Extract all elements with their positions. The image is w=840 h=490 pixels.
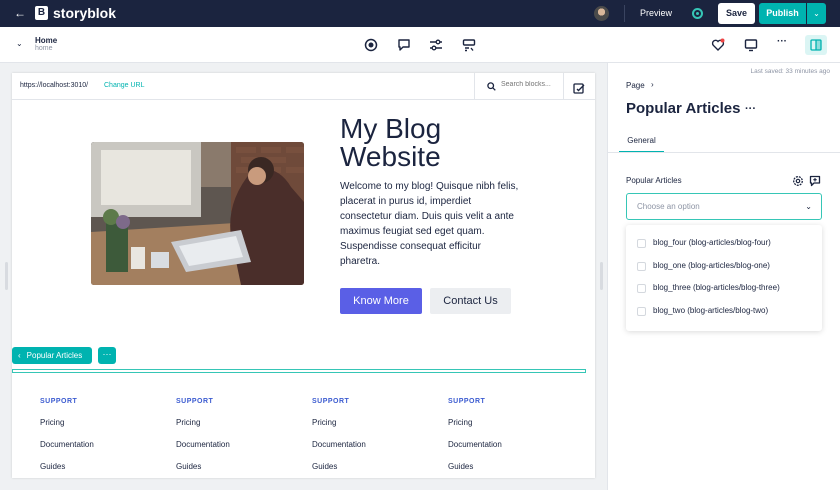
- footer-link[interactable]: Pricing: [448, 418, 568, 427]
- footer-link[interactable]: Guides: [448, 462, 568, 471]
- hero-title: My Blog Website: [340, 113, 442, 172]
- storyblok-logo-icon: B: [35, 6, 48, 20]
- change-url-link[interactable]: Change URL: [104, 82, 144, 89]
- option-label: blog_two (blog-articles/blog-two): [653, 306, 769, 315]
- story-title: Home: [35, 36, 58, 45]
- footer-column: SUPPORT Pricing Documentation Guides: [40, 398, 160, 471]
- breadcrumb-chevron-icon: ›: [651, 80, 654, 89]
- live-preview-icon[interactable]: [692, 8, 703, 19]
- selected-block-name: Popular Articles: [26, 351, 83, 360]
- story-menu-chevron-icon[interactable]: ⌄: [16, 39, 23, 48]
- option-label: blog_one (blog-articles/blog-one): [653, 261, 770, 270]
- desktop-view-icon[interactable]: [744, 38, 758, 52]
- settings-sliders-icon[interactable]: [429, 38, 443, 52]
- know-more-button[interactable]: Know More: [340, 288, 422, 314]
- comments-icon[interactable]: [397, 38, 411, 52]
- option-label: blog_three (blog-articles/blog-three): [653, 283, 780, 292]
- hero-image: [91, 142, 304, 285]
- preview-url: https://localhost:3010/: [20, 82, 89, 89]
- option-checkbox[interactable]: [637, 239, 646, 248]
- more-options-icon[interactable]: ···: [777, 36, 791, 50]
- block-settings-panel: Last saved: 33 minutes ago Page › Popula…: [607, 63, 840, 490]
- tab-divider: [608, 152, 840, 153]
- select-placeholder: Choose an option: [637, 202, 700, 211]
- footer-link[interactable]: Documentation: [448, 440, 568, 449]
- field-label: Popular Articles: [626, 176, 682, 185]
- search-blocks-box: [474, 73, 564, 100]
- footer-link[interactable]: Pricing: [176, 418, 296, 427]
- resize-handle-right[interactable]: [600, 262, 603, 290]
- url-bar: https://localhost:3010/ Change URL: [12, 73, 595, 100]
- publish-options-chevron-icon[interactable]: ⌄: [807, 3, 826, 24]
- selected-block-outline[interactable]: [12, 369, 586, 373]
- selected-block-label[interactable]: ‹ Popular Articles: [12, 347, 93, 364]
- panel-title: Popular Articles: [626, 100, 741, 117]
- contact-us-button[interactable]: Contact Us: [430, 288, 511, 314]
- app-name: storyblok: [53, 5, 117, 21]
- breadcrumb-page[interactable]: Page: [626, 81, 645, 90]
- back-chevron-icon[interactable]: ‹: [18, 351, 21, 360]
- last-saved-status: Last saved: 33 minutes ago: [750, 68, 831, 75]
- save-button[interactable]: Save: [718, 3, 755, 24]
- search-blocks-input[interactable]: [501, 81, 561, 88]
- toggle-sidebar-layout-icon[interactable]: [805, 35, 827, 55]
- block-more-button[interactable]: ···: [98, 347, 116, 364]
- options-dropdown: blog_four (blog-articles/blog-four) blog…: [626, 225, 822, 331]
- edit-mode-icon[interactable]: [573, 81, 585, 94]
- notifications-heart-icon[interactable]: [711, 38, 725, 52]
- back-arrow-icon[interactable]: ←: [14, 6, 26, 20]
- user-avatar[interactable]: [594, 6, 609, 21]
- footer-link[interactable]: Guides: [40, 462, 160, 471]
- divider: [624, 5, 625, 22]
- hero-text: Welcome to my blog! Quisque nibh felis, …: [340, 181, 519, 267]
- record-icon[interactable]: [364, 38, 378, 52]
- option-checkbox[interactable]: [637, 262, 646, 271]
- footer-column: SUPPORT Pricing Documentation Guides: [448, 398, 568, 471]
- footer-heading: SUPPORT: [312, 398, 350, 405]
- field-settings-gear-icon[interactable]: [792, 174, 804, 186]
- footer-link[interactable]: Documentation: [312, 440, 432, 449]
- history-icon[interactable]: [462, 38, 476, 52]
- preview-button[interactable]: Preview: [640, 8, 672, 18]
- preview-canvas: https://localhost:3010/ Change URL Searc…: [12, 73, 595, 478]
- footer-heading: SUPPORT: [448, 398, 486, 405]
- option-checkbox[interactable]: [637, 307, 646, 316]
- option-checkbox[interactable]: [637, 284, 646, 293]
- footer-link[interactable]: Pricing: [312, 418, 432, 427]
- story-slug: home: [35, 45, 53, 52]
- footer-heading: SUPPORT: [176, 398, 214, 405]
- popular-articles-select[interactable]: Choose an option ⌄: [626, 193, 822, 220]
- footer-link[interactable]: Documentation: [40, 440, 160, 449]
- editor-toolbar: ⌄ Home home ···: [0, 27, 840, 63]
- search-icon: [487, 82, 496, 93]
- footer-link[interactable]: Guides: [176, 462, 296, 471]
- publish-button[interactable]: Publish: [759, 3, 806, 24]
- footer-column: SUPPORT Pricing Documentation Guides: [176, 398, 296, 471]
- panel-more-icon[interactable]: ···: [745, 103, 756, 115]
- chevron-down-icon: ⌄: [805, 202, 812, 211]
- footer-heading: SUPPORT: [40, 398, 78, 405]
- top-bar: ← B storyblok Preview Save Publish ⌄: [0, 0, 840, 27]
- footer-column: SUPPORT Pricing Documentation Guides: [312, 398, 432, 471]
- field-comment-icon[interactable]: [809, 174, 821, 187]
- footer-link[interactable]: Documentation: [176, 440, 296, 449]
- option-label: blog_four (blog-articles/blog-four): [653, 238, 771, 247]
- footer-link[interactable]: Pricing: [40, 418, 160, 427]
- tab-general[interactable]: General: [619, 132, 664, 153]
- footer-link[interactable]: Guides: [312, 462, 432, 471]
- resize-handle-left[interactable]: [5, 262, 8, 290]
